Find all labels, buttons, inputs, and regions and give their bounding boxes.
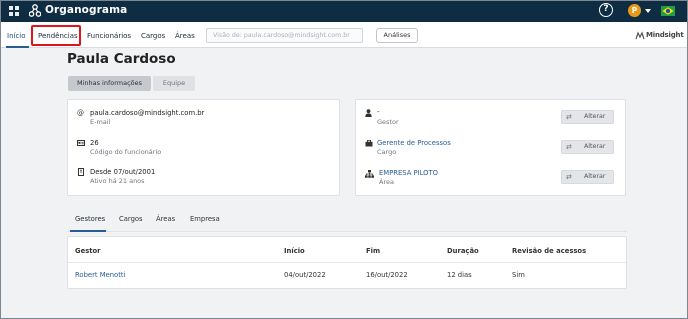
nav-item-inicio[interactable]: Início — [7, 32, 26, 40]
area-label: Área — [379, 178, 394, 186]
change-role-button[interactable]: ⇄ Alterar — [561, 140, 614, 154]
column-header-duracao: Duração — [447, 247, 479, 255]
analises-button[interactable]: Análises — [376, 28, 418, 43]
swap-icon: ⇄ — [566, 143, 572, 151]
since-label: Ativo há 21 anos — [90, 177, 145, 185]
user-icon — [365, 109, 372, 117]
tab-equipe[interactable]: Equipe — [153, 76, 195, 91]
at-icon: @ — [77, 109, 84, 117]
active-tab-indicator — [6, 46, 29, 48]
brazil-flag-icon[interactable] — [661, 6, 675, 16]
active-tab-indicator — [70, 230, 106, 232]
chevron-down-icon[interactable] — [645, 9, 651, 13]
cell-revisao: Sim — [512, 271, 525, 279]
grid-menu-icon[interactable] — [9, 6, 19, 16]
avatar[interactable]: P — [628, 4, 641, 17]
mindsight-logo-icon — [635, 31, 645, 40]
column-header-revisao: Revisão de acessos — [512, 247, 587, 255]
column-header-inicio: Início — [284, 247, 305, 255]
view-as-input[interactable]: Visão de: paula.cardoso@mindsight.com.br — [206, 28, 363, 43]
change-manager-button[interactable]: ⇄ Alterar — [561, 110, 614, 124]
area-link[interactable]: EMPRESA PILOTO — [379, 169, 438, 177]
employee-code-label: Código do funcionário — [90, 148, 162, 156]
nav-item-cargos[interactable]: Cargos — [141, 32, 165, 40]
swap-icon: ⇄ — [566, 173, 572, 181]
employee-code-value: 26 — [90, 139, 99, 147]
building-icon — [78, 168, 84, 176]
role-label: Cargo — [377, 148, 397, 156]
org-chart-icon — [29, 4, 41, 17]
id-card-icon — [77, 140, 85, 146]
brand-logo: Mindsight — [635, 30, 685, 42]
nav-item-funcionarios[interactable]: Funcionários — [87, 32, 131, 40]
role-link[interactable]: Gerente de Processos — [377, 139, 451, 147]
app-title: Organograma — [45, 4, 128, 16]
tab-empresa[interactable]: Empresa — [190, 215, 220, 223]
change-area-button[interactable]: ⇄ Alterar — [561, 170, 614, 184]
cell-fim: 16/out/2022 — [366, 271, 408, 279]
tab-gestores[interactable]: Gestores — [75, 215, 105, 223]
help-icon[interactable]: ? — [599, 3, 613, 17]
tab-minhas-informacoes[interactable]: Minhas informações — [68, 76, 151, 91]
swap-icon: ⇄ — [566, 113, 572, 121]
since-value: Desde 07/out/2001 — [90, 168, 156, 176]
table-divider — [68, 262, 626, 263]
nav-item-areas[interactable]: Áreas — [175, 32, 195, 40]
manager-value: - — [377, 108, 380, 116]
cell-inicio: 04/out/2022 — [284, 271, 326, 279]
cell-duracao: 12 dias — [447, 271, 472, 279]
brand-name: Mindsight — [646, 31, 684, 39]
column-header-fim: Fim — [366, 247, 381, 255]
cell-gestor[interactable]: Robert Menotti — [75, 271, 125, 279]
page-title: Paula Cardoso — [67, 51, 176, 67]
tab-areas[interactable]: Áreas — [156, 215, 175, 223]
top-bar: Organograma ? P — [0, 0, 688, 22]
tab-cargos[interactable]: Cargos — [119, 215, 143, 223]
tabs-divider — [67, 231, 627, 232]
column-header-gestor: Gestor — [75, 247, 101, 255]
highlight-annotation — [31, 25, 81, 46]
briefcase-icon — [365, 140, 373, 147]
email-value: paula.cardoso@mindsight.com.br — [90, 109, 205, 117]
email-label: E-mail — [90, 118, 111, 126]
sitemap-icon — [365, 170, 374, 178]
manager-label: Gestor — [377, 118, 399, 126]
